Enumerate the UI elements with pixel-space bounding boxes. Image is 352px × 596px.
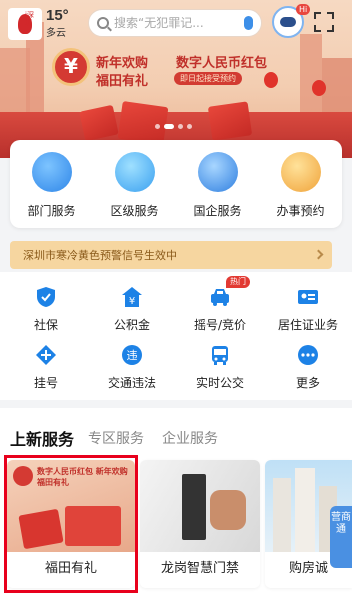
weather-widget[interactable]: 15° 多云 xyxy=(46,7,69,39)
promo-pill: 即日起接受预约 xyxy=(174,72,242,85)
weather-temp: 15° xyxy=(46,7,69,24)
medical-cross-icon xyxy=(35,344,57,366)
quick-item-label: 区级服务 xyxy=(110,204,159,218)
quick-item-department[interactable]: 部门服务 xyxy=(10,152,93,219)
soe-icon xyxy=(197,152,238,192)
housing-fund-icon: ¥ xyxy=(121,286,143,308)
grid-item-label: 公积金 xyxy=(113,318,150,332)
weather-desc: 多云 xyxy=(46,28,66,39)
promo-title: 数字人民币红包 xyxy=(176,56,268,71)
traffic-violation-icon: 违 xyxy=(121,344,143,366)
tab-enterprise-services[interactable]: 企业服务 xyxy=(162,428,218,448)
grid-item-lottery[interactable]: 摇号/竞价 xyxy=(176,286,264,333)
logo-text: i深圳 xyxy=(25,11,34,27)
grid-item-realtime-bus[interactable]: 实时公交 xyxy=(176,344,264,391)
search-input[interactable] xyxy=(114,16,234,30)
grid-item-residence-permit[interactable]: 居住证业务 xyxy=(264,286,352,333)
grid-item-housing-fund[interactable]: ¥ 公积金 xyxy=(88,286,176,333)
grid-item-label: 社保 xyxy=(33,318,58,332)
district-icon xyxy=(114,152,155,192)
quick-item-label: 国企服务 xyxy=(193,204,242,218)
scan-icon[interactable] xyxy=(314,12,334,32)
lantern-decoration xyxy=(312,80,326,96)
lantern-decoration xyxy=(264,72,278,88)
grid-item-label: 实时公交 xyxy=(195,376,244,390)
tab-new-services[interactable]: 上新服务 xyxy=(10,426,74,450)
search-bar[interactable] xyxy=(88,9,262,37)
weather-alert-bar[interactable]: 深圳市寒冷黄色预警信号生效中 xyxy=(10,241,332,269)
door-lock-device-icon xyxy=(182,474,206,540)
grid-item-social-security[interactable]: 社保 xyxy=(2,286,90,333)
grid-item-registration[interactable]: 挂号 xyxy=(2,344,90,391)
hot-badge: 热门 xyxy=(226,276,250,288)
carousel-dot[interactable] xyxy=(178,124,183,129)
building-decoration xyxy=(273,478,291,552)
hand-image xyxy=(210,490,246,530)
shield-icon xyxy=(35,286,57,308)
promo-line1: 新年欢购 xyxy=(96,56,149,71)
quick-services-card: 部门服务 区级服务 国企服务 办事预约 xyxy=(10,140,342,228)
id-card-icon xyxy=(297,286,319,308)
hi-badge: Hi xyxy=(296,4,311,15)
quick-item-label: 部门服务 xyxy=(27,204,76,218)
microphone-icon[interactable] xyxy=(244,16,253,30)
carousel-dot-active[interactable] xyxy=(164,124,174,129)
appointment-icon xyxy=(280,152,321,192)
carousel-dot[interactable] xyxy=(155,124,160,129)
quick-item-district[interactable]: 区级服务 xyxy=(93,152,176,219)
top-bar: i深圳 15° 多云 Hi xyxy=(0,0,352,46)
card-caption: 龙岗智慧门禁 xyxy=(160,561,239,576)
grid-item-label: 更多 xyxy=(295,376,320,390)
search-icon xyxy=(97,17,109,29)
grid-item-label: 摇号/竞价 xyxy=(193,318,247,332)
app-logo[interactable]: i深圳 xyxy=(8,8,42,40)
quick-item-soe[interactable]: 国企服务 xyxy=(176,152,259,219)
carousel-dot[interactable] xyxy=(187,124,192,129)
rmb-coin-icon: ¥ xyxy=(52,48,90,86)
grid-item-label: 交通违法 xyxy=(107,376,156,390)
service-card-longgang[interactable]: 龙岗智慧门禁 xyxy=(140,460,260,588)
quick-item-label: 办事预约 xyxy=(276,204,325,218)
quick-item-appointment[interactable]: 办事预约 xyxy=(259,152,342,219)
svg-text:¥: ¥ xyxy=(129,296,135,307)
tab-zone-services[interactable]: 专区服务 xyxy=(88,428,144,448)
promo-line2: 福田有礼 xyxy=(96,74,149,89)
carousel-indicator xyxy=(155,124,192,129)
department-icon xyxy=(31,152,72,192)
bus-icon xyxy=(209,344,231,366)
svg-text:违: 违 xyxy=(127,349,138,362)
car-icon xyxy=(209,286,231,308)
service-grid: 社保 ¥ 公积金 摇号/竞价 居住证业务 挂号 违 交通违法 实时公交 更多 xyxy=(0,272,352,400)
red-packet-decoration xyxy=(207,101,253,141)
card-image xyxy=(140,460,260,552)
grid-item-traffic-violation[interactable]: 违 交通违法 xyxy=(88,344,176,391)
red-packet-decoration xyxy=(117,100,169,146)
more-icon xyxy=(297,344,319,366)
building-decoration xyxy=(295,468,315,552)
alert-text: 深圳市寒冷黄色预警信号生效中 xyxy=(23,249,177,262)
grid-item-label: 挂号 xyxy=(33,376,58,390)
chevron-right-icon xyxy=(313,249,324,260)
building-decoration xyxy=(322,58,352,118)
grid-item-label: 居住证业务 xyxy=(277,318,338,332)
grid-item-more[interactable]: 更多 xyxy=(264,344,352,391)
side-float-tag[interactable]: 营商通 xyxy=(330,506,352,568)
selection-highlight xyxy=(4,455,138,593)
building-decoration xyxy=(300,34,322,118)
